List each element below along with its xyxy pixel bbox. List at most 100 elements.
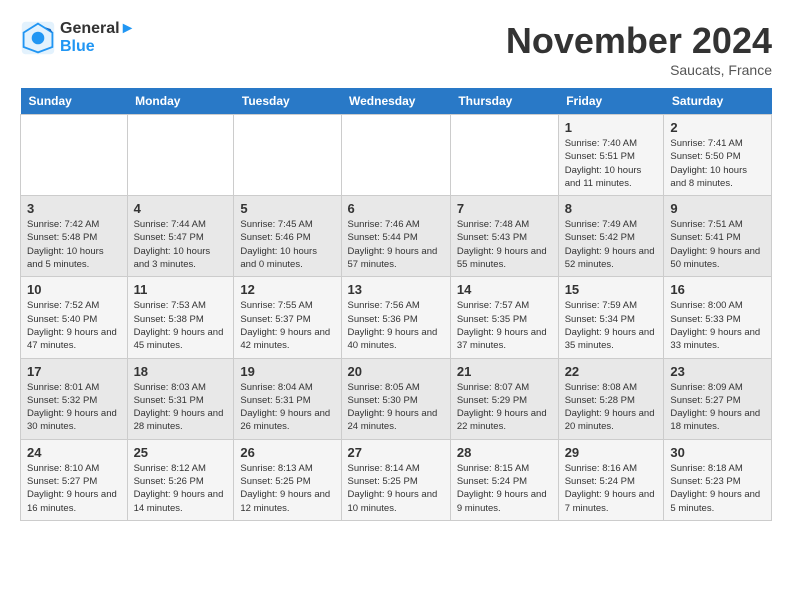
location: Saucats, France bbox=[506, 62, 772, 78]
day-info: Sunrise: 8:09 AM Sunset: 5:27 PM Dayligh… bbox=[670, 381, 765, 434]
day-number: 5 bbox=[240, 201, 334, 216]
day-number: 1 bbox=[565, 120, 658, 135]
day-info: Sunrise: 7:40 AM Sunset: 5:51 PM Dayligh… bbox=[565, 137, 658, 190]
day-info: Sunrise: 8:04 AM Sunset: 5:31 PM Dayligh… bbox=[240, 381, 334, 434]
day-number: 2 bbox=[670, 120, 765, 135]
weekday-header-thursday: Thursday bbox=[450, 88, 558, 115]
calendar-cell: 20 Sunrise: 8:05 AM Sunset: 5:30 PM Dayli… bbox=[341, 358, 450, 439]
calendar-cell: 9Sunrise: 7:51 AM Sunset: 5:41 PM Daylig… bbox=[664, 196, 772, 277]
day-info: Sunrise: 8:18 AM Sunset: 5:23 PM Dayligh… bbox=[670, 462, 765, 515]
calendar-cell bbox=[234, 115, 341, 196]
calendar-cell: 28Sunrise: 8:15 AM Sunset: 5:24 PM Dayli… bbox=[450, 439, 558, 520]
calendar-cell: 16 Sunrise: 8:00 AM Sunset: 5:33 PM Dayli… bbox=[664, 277, 772, 358]
logo-icon bbox=[20, 20, 56, 56]
day-number: 19 bbox=[240, 364, 334, 379]
day-number: 30 bbox=[670, 445, 765, 460]
week-row-2: 3Sunrise: 7:42 AM Sunset: 5:48 PM Daylig… bbox=[21, 196, 772, 277]
weekday-header-saturday: Saturday bbox=[664, 88, 772, 115]
day-info: Sunrise: 7:53 AM Sunset: 5:38 PM Dayligh… bbox=[134, 299, 228, 352]
day-number: 22 bbox=[565, 364, 658, 379]
day-info: Sunrise: 7:52 AM Sunset: 5:40 PM Dayligh… bbox=[27, 299, 121, 352]
week-row-4: 17 Sunrise: 8:01 AM Sunset: 5:32 PM Dayli… bbox=[21, 358, 772, 439]
calendar-cell: 10 Sunrise: 7:52 AM Sunset: 5:40 PM Dayli… bbox=[21, 277, 128, 358]
day-info: Sunrise: 7:55 AM Sunset: 5:37 PM Dayligh… bbox=[240, 299, 334, 352]
calendar-cell: 5 Sunrise: 7:45 AM Sunset: 5:46 PM Daylig… bbox=[234, 196, 341, 277]
calendar-cell bbox=[21, 115, 128, 196]
weekday-header-sunday: Sunday bbox=[21, 88, 128, 115]
day-info: Sunrise: 7:44 AM Sunset: 5:47 PM Dayligh… bbox=[134, 218, 228, 271]
day-info: Sunrise: 8:10 AM Sunset: 5:27 PM Dayligh… bbox=[27, 462, 121, 515]
calendar-table: SundayMondayTuesdayWednesdayThursdayFrid… bbox=[20, 88, 772, 521]
calendar-cell: 25Sunrise: 8:12 AM Sunset: 5:26 PM Dayli… bbox=[127, 439, 234, 520]
day-number: 18 bbox=[134, 364, 228, 379]
day-info: Sunrise: 7:57 AM Sunset: 5:35 PM Dayligh… bbox=[457, 299, 552, 352]
day-number: 7 bbox=[457, 201, 552, 216]
calendar-cell: 6Sunrise: 7:46 AM Sunset: 5:44 PM Daylig… bbox=[341, 196, 450, 277]
logo: General► Blue bbox=[20, 20, 135, 56]
day-info: Sunrise: 7:45 AM Sunset: 5:46 PM Dayligh… bbox=[240, 218, 334, 271]
day-info: Sunrise: 7:51 AM Sunset: 5:41 PM Dayligh… bbox=[670, 218, 765, 271]
day-number: 3 bbox=[27, 201, 121, 216]
day-info: Sunrise: 8:14 AM Sunset: 5:25 PM Dayligh… bbox=[348, 462, 444, 515]
calendar-cell: 22 Sunrise: 8:08 AM Sunset: 5:28 PM Dayli… bbox=[558, 358, 664, 439]
day-number: 27 bbox=[348, 445, 444, 460]
day-number: 20 bbox=[348, 364, 444, 379]
day-info: Sunrise: 8:05 AM Sunset: 5:30 PM Dayligh… bbox=[348, 381, 444, 434]
weekday-header-monday: Monday bbox=[127, 88, 234, 115]
calendar-cell: 26Sunrise: 8:13 AM Sunset: 5:25 PM Dayli… bbox=[234, 439, 341, 520]
day-info: Sunrise: 7:41 AM Sunset: 5:50 PM Dayligh… bbox=[670, 137, 765, 190]
day-info: Sunrise: 8:03 AM Sunset: 5:31 PM Dayligh… bbox=[134, 381, 228, 434]
day-number: 17 bbox=[27, 364, 121, 379]
calendar-cell: 1 Sunrise: 7:40 AM Sunset: 5:51 PM Daylig… bbox=[558, 115, 664, 196]
day-info: Sunrise: 8:08 AM Sunset: 5:28 PM Dayligh… bbox=[565, 381, 658, 434]
day-number: 15 bbox=[565, 282, 658, 297]
day-number: 13 bbox=[348, 282, 444, 297]
month-title: November 2024 bbox=[506, 20, 772, 62]
day-info: Sunrise: 8:01 AM Sunset: 5:32 PM Dayligh… bbox=[27, 381, 121, 434]
day-number: 26 bbox=[240, 445, 334, 460]
calendar-cell bbox=[341, 115, 450, 196]
day-info: Sunrise: 8:15 AM Sunset: 5:24 PM Dayligh… bbox=[457, 462, 552, 515]
page-header: General► Blue November 2024 Saucats, Fra… bbox=[20, 20, 772, 78]
day-number: 11 bbox=[134, 282, 228, 297]
calendar-cell: 24Sunrise: 8:10 AM Sunset: 5:27 PM Dayli… bbox=[21, 439, 128, 520]
calendar-cell: 8 Sunrise: 7:49 AM Sunset: 5:42 PM Daylig… bbox=[558, 196, 664, 277]
day-info: Sunrise: 7:48 AM Sunset: 5:43 PM Dayligh… bbox=[457, 218, 552, 271]
day-number: 14 bbox=[457, 282, 552, 297]
calendar-cell bbox=[450, 115, 558, 196]
calendar-cell: 15 Sunrise: 7:59 AM Sunset: 5:34 PM Dayli… bbox=[558, 277, 664, 358]
day-info: Sunrise: 8:16 AM Sunset: 5:24 PM Dayligh… bbox=[565, 462, 658, 515]
calendar-cell: 2 Sunrise: 7:41 AM Sunset: 5:50 PM Daylig… bbox=[664, 115, 772, 196]
calendar-cell: 14 Sunrise: 7:57 AM Sunset: 5:35 PM Dayli… bbox=[450, 277, 558, 358]
day-number: 8 bbox=[565, 201, 658, 216]
week-row-1: 1 Sunrise: 7:40 AM Sunset: 5:51 PM Daylig… bbox=[21, 115, 772, 196]
calendar-cell: 21 Sunrise: 8:07 AM Sunset: 5:29 PM Dayli… bbox=[450, 358, 558, 439]
calendar-cell: 27 Sunrise: 8:14 AM Sunset: 5:25 PM Dayli… bbox=[341, 439, 450, 520]
calendar-cell: 7 Sunrise: 7:48 AM Sunset: 5:43 PM Daylig… bbox=[450, 196, 558, 277]
weekday-header-friday: Friday bbox=[558, 88, 664, 115]
weekday-header-wednesday: Wednesday bbox=[341, 88, 450, 115]
logo-text: General► Blue bbox=[60, 20, 135, 56]
calendar-cell: 29 Sunrise: 8:16 AM Sunset: 5:24 PM Dayli… bbox=[558, 439, 664, 520]
day-number: 25 bbox=[134, 445, 228, 460]
day-number: 29 bbox=[565, 445, 658, 460]
day-number: 10 bbox=[27, 282, 121, 297]
day-number: 4 bbox=[134, 201, 228, 216]
calendar-cell: 19 Sunrise: 8:04 AM Sunset: 5:31 PM Dayli… bbox=[234, 358, 341, 439]
calendar-cell: 11 Sunrise: 7:53 AM Sunset: 5:38 PM Dayli… bbox=[127, 277, 234, 358]
day-number: 16 bbox=[670, 282, 765, 297]
calendar-cell: 3Sunrise: 7:42 AM Sunset: 5:48 PM Daylig… bbox=[21, 196, 128, 277]
calendar-cell: 4 Sunrise: 7:44 AM Sunset: 5:47 PM Daylig… bbox=[127, 196, 234, 277]
day-info: Sunrise: 7:59 AM Sunset: 5:34 PM Dayligh… bbox=[565, 299, 658, 352]
week-row-5: 24Sunrise: 8:10 AM Sunset: 5:27 PM Dayli… bbox=[21, 439, 772, 520]
day-info: Sunrise: 7:49 AM Sunset: 5:42 PM Dayligh… bbox=[565, 218, 658, 271]
day-number: 23 bbox=[670, 364, 765, 379]
calendar-cell: 30 Sunrise: 8:18 AM Sunset: 5:23 PM Dayli… bbox=[664, 439, 772, 520]
calendar-cell bbox=[127, 115, 234, 196]
calendar-cell: 17 Sunrise: 8:01 AM Sunset: 5:32 PM Dayli… bbox=[21, 358, 128, 439]
day-number: 21 bbox=[457, 364, 552, 379]
day-info: Sunrise: 8:00 AM Sunset: 5:33 PM Dayligh… bbox=[670, 299, 765, 352]
day-info: Sunrise: 8:07 AM Sunset: 5:29 PM Dayligh… bbox=[457, 381, 552, 434]
title-area: November 2024 Saucats, France bbox=[506, 20, 772, 78]
weekday-header-row: SundayMondayTuesdayWednesdayThursdayFrid… bbox=[21, 88, 772, 115]
